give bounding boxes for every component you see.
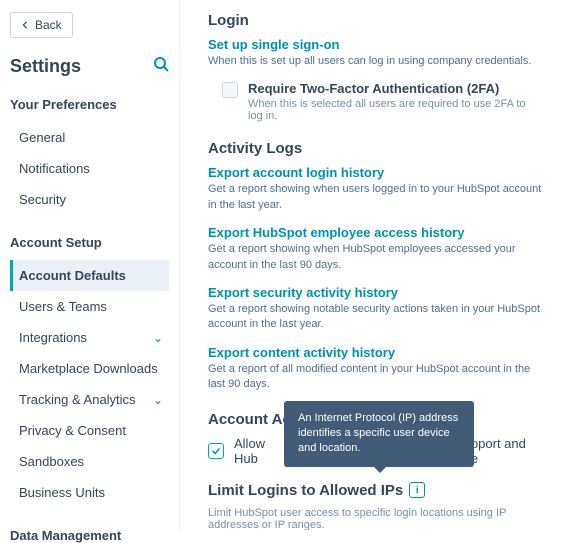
limit-logins-desc: Limit HubSpot user access to specific lo… xyxy=(208,507,543,530)
sidebar-item-notifications[interactable]: Notifications xyxy=(10,153,169,184)
sidebar-item-tracking[interactable]: Tracking & Analytics⌄ xyxy=(10,384,169,415)
export-login-history-link[interactable]: Export account login history xyxy=(208,165,543,180)
sso-link[interactable]: Set up single sign-on xyxy=(208,37,543,52)
sidebar-item-general[interactable]: General xyxy=(10,122,169,153)
export-content-history-link[interactable]: Export content activity history xyxy=(208,345,543,360)
sidebar-item-business-units[interactable]: Business Units xyxy=(10,477,169,508)
section-account-setup: Account Setup xyxy=(10,235,169,250)
export-employee-access-desc: Get a report showing when HubSpot employ… xyxy=(208,242,543,273)
export-employee-access-link[interactable]: Export HubSpot employee access history xyxy=(208,225,543,240)
info-icon[interactable]: i xyxy=(409,482,425,498)
ip-tooltip: An Internet Protocol (IP) address identi… xyxy=(284,401,474,467)
sso-desc: When this is set up all users can log in… xyxy=(208,54,543,69)
settings-title: Settings xyxy=(10,56,81,77)
login-heading: Login xyxy=(208,12,543,29)
chevron-down-icon: ⌄ xyxy=(153,393,163,407)
chevron-down-icon: ⌄ xyxy=(153,331,163,345)
allow-access-checkbox[interactable] xyxy=(208,443,224,459)
main-panel: Login Set up single sign-on When this is… xyxy=(180,0,565,530)
export-login-history-desc: Get a report showing when users logged i… xyxy=(208,182,543,213)
sidebar-item-sandboxes[interactable]: Sandboxes xyxy=(10,446,169,477)
two-fa-desc: When this is selected all users are requ… xyxy=(248,98,543,122)
section-data-management: Data Management xyxy=(10,528,169,543)
export-security-history-desc: Get a report showing notable security ac… xyxy=(208,302,543,333)
sidebar-item-integrations[interactable]: Integrations⌄ xyxy=(10,322,169,353)
export-security-history-link[interactable]: Export security activity history xyxy=(208,285,543,300)
back-button[interactable]: Back xyxy=(10,12,73,38)
activity-logs-heading: Activity Logs xyxy=(208,140,543,157)
search-icon[interactable] xyxy=(153,56,169,77)
chevron-left-icon xyxy=(21,18,29,32)
two-fa-label: Require Two-Factor Authentication (2FA) xyxy=(248,81,543,96)
sidebar-item-marketplace[interactable]: Marketplace Downloads xyxy=(10,353,169,384)
sidebar-item-security[interactable]: Security xyxy=(10,184,169,215)
sidebar-item-account-defaults[interactable]: Account Defaults xyxy=(10,260,169,291)
sidebar-item-privacy[interactable]: Privacy & Consent xyxy=(10,415,169,446)
section-preferences: Your Preferences xyxy=(10,97,169,112)
limit-logins-heading: Limit Logins to Allowed IPs xyxy=(208,482,403,499)
two-fa-checkbox[interactable] xyxy=(222,82,238,98)
sidebar: Back Settings Your Preferences General N… xyxy=(0,0,180,530)
back-label: Back xyxy=(35,18,62,32)
allow-access-label-pre: Allow Hub xyxy=(234,436,276,466)
sidebar-item-users-teams[interactable]: Users & Teams xyxy=(10,291,169,322)
export-content-history-desc: Get a report of all modified content in … xyxy=(208,362,543,393)
